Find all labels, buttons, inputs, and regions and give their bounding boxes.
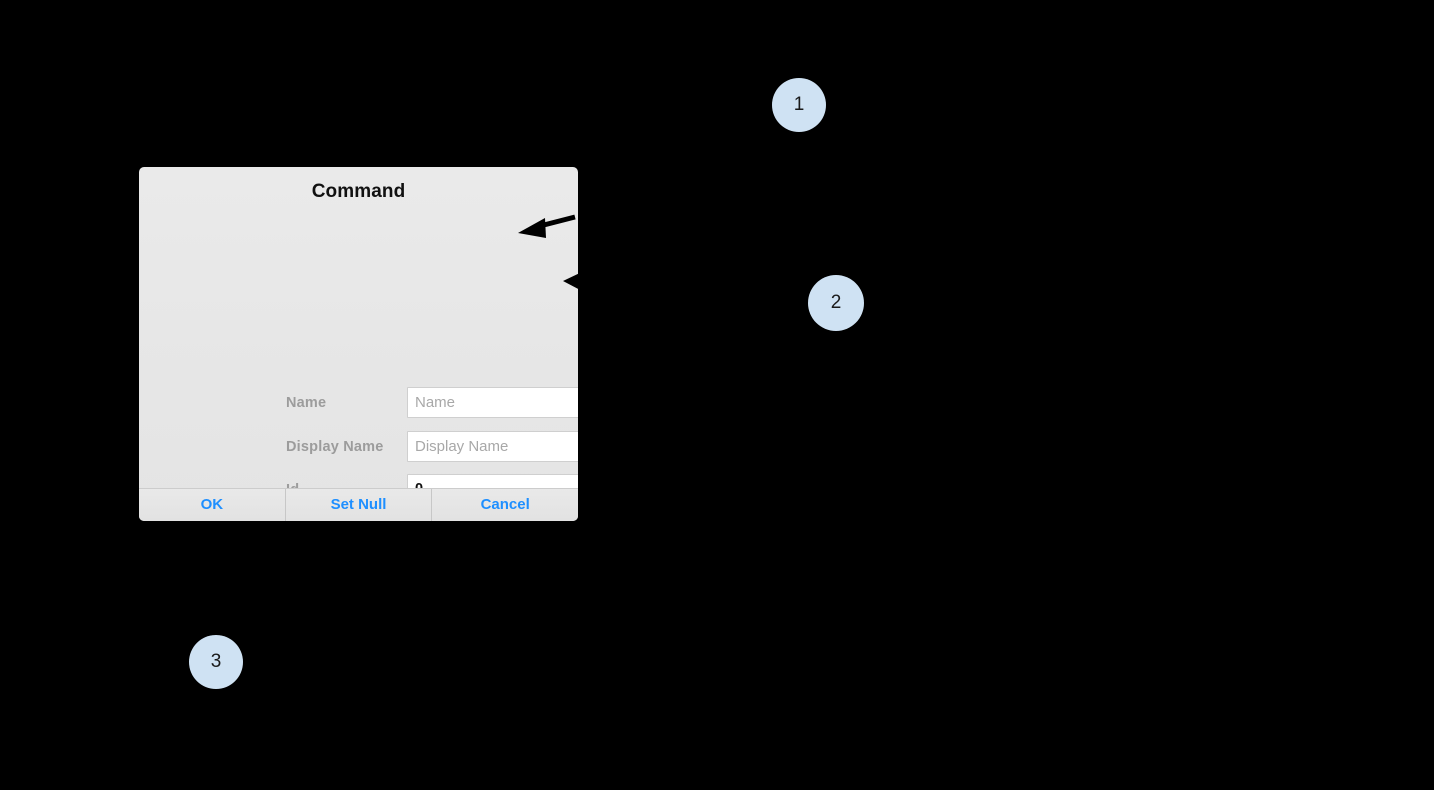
annotation-circle-1-label: 1 [793, 94, 805, 115]
dialog-title: Command [311, 181, 406, 202]
display-name-input[interactable]: Display Name [407, 431, 578, 462]
set-null-button[interactable]: Set Null [284, 489, 432, 521]
label-name: Name [286, 395, 327, 411]
annotation-circle-3-label: 3 [210, 651, 222, 672]
label-display-name: Display Name [286, 439, 384, 455]
annotation-circle-1: 1 [772, 78, 826, 132]
command-dialog: Command Name Name Display Name Display N… [139, 167, 578, 521]
name-input[interactable]: Name [407, 387, 578, 418]
form-row-name: Name Name [139, 385, 578, 421]
annotation-circle-2-label: 2 [830, 292, 842, 313]
annotation-circle-2: 2 [808, 275, 864, 331]
dialog-footer: OK Set Null Cancel [139, 488, 578, 521]
form-row-display-name: Display Name Display Name [139, 429, 578, 465]
display-name-input-placeholder: Display Name [415, 438, 509, 455]
annotation-circle-3: 3 [189, 635, 243, 689]
ok-button[interactable]: OK [139, 489, 285, 521]
name-input-placeholder: Name [415, 394, 456, 411]
cancel-button[interactable]: Cancel [431, 489, 578, 521]
